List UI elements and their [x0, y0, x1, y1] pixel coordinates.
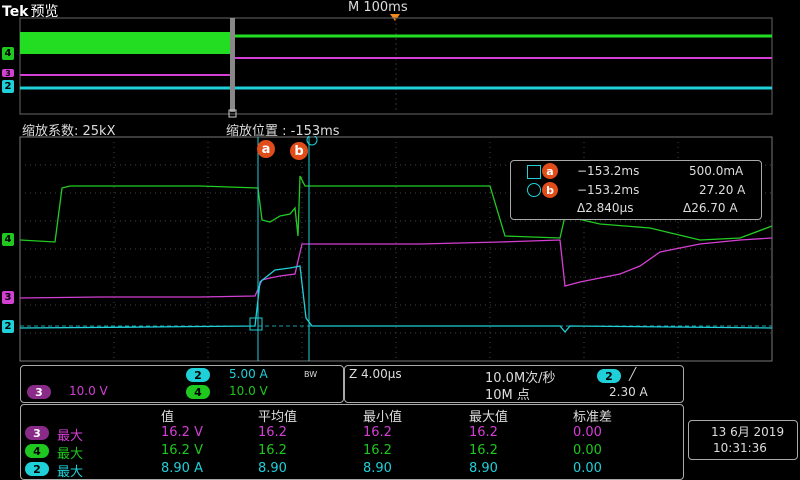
- measurements-panel[interactable]: 值 平均值 最小值 最大值 标准差 3 最大 16.2 V 16.2 16.2 …: [20, 404, 684, 480]
- row-ch2-name: 最大: [57, 465, 84, 480]
- overview-ch4-burst: [20, 32, 233, 54]
- cursor-a-time: −153.2ms: [577, 164, 640, 178]
- trigger-source-pill[interactable]: 2: [597, 369, 621, 383]
- ch3-pill[interactable]: 3: [27, 385, 51, 399]
- cursor-b-circle-icon: [527, 183, 541, 197]
- row-ch4-value: 16.2 V: [161, 443, 203, 458]
- marker-ch3[interactable]: 3: [2, 291, 14, 304]
- datetime-panel[interactable]: 13 6月 2019 10:31:36: [688, 420, 798, 460]
- header-max: 最大值: [469, 410, 509, 425]
- record-length[interactable]: 10M 点: [485, 384, 530, 403]
- row-ch4-pill[interactable]: 4: [25, 444, 49, 458]
- cursor-b-value: 27.20 A: [699, 183, 746, 197]
- ch2-pill[interactable]: 2: [186, 368, 210, 382]
- header-mean: 平均值: [258, 410, 298, 425]
- ch4-pill[interactable]: 4: [186, 385, 210, 399]
- row-ch4-max: 16.2: [469, 443, 498, 458]
- zoom-window-marker: [230, 18, 235, 112]
- cursor-a-value: 500.0mA: [689, 164, 744, 178]
- row-ch3-stddev: 0.00: [573, 425, 602, 440]
- row-ch2-mean: 8.90: [258, 461, 287, 476]
- cursor-a-badge[interactable]: a: [257, 140, 275, 158]
- trigger-level[interactable]: 2.30 A: [609, 385, 648, 399]
- date-label: 13 6月 2019: [711, 425, 785, 439]
- cursor-b-badge[interactable]: b: [290, 142, 308, 160]
- overview-waveform[interactable]: [0, 14, 800, 118]
- ch2-scale[interactable]: 5.00 A: [229, 367, 268, 381]
- time-label: 10:31:36: [713, 441, 767, 455]
- row-ch4-mean: 16.2: [258, 443, 287, 458]
- row-ch2-min: 8.90: [363, 461, 392, 476]
- row-ch3-pill[interactable]: 3: [25, 426, 49, 440]
- bandwidth-limit-icon: BW: [304, 370, 318, 379]
- marker-ch2[interactable]: 2: [2, 320, 14, 333]
- header-min: 最小值: [363, 410, 403, 425]
- channel-settings-panel[interactable]: 2 5.00 A BW 3 10.0 V 4 10.0 V: [20, 365, 344, 403]
- row-ch2-value: 8.90 A: [161, 461, 203, 476]
- row-ch4-stddev: 0.00: [573, 443, 602, 458]
- row-ch3-min: 16.2: [363, 425, 392, 440]
- cursor-a-square-icon: [527, 165, 541, 179]
- trigger-slope-icon[interactable]: ╱: [629, 367, 636, 381]
- cursor-b-time: −153.2ms: [577, 183, 640, 197]
- zoom-scale[interactable]: Z 4.00μs: [349, 367, 402, 381]
- cursor-delta-time: Δ2.840μs: [577, 201, 634, 215]
- header-stddev: 标准差: [573, 410, 613, 425]
- row-ch3-name: 最大: [57, 429, 84, 444]
- marker-ch4[interactable]: 4: [2, 233, 14, 246]
- overview-marker-ch4[interactable]: 4: [2, 47, 14, 60]
- header-value: 值: [161, 410, 175, 425]
- row-ch4-min: 16.2: [363, 443, 392, 458]
- row-ch3-value: 16.2 V: [161, 425, 203, 440]
- readout-b-badge: b: [542, 182, 558, 198]
- row-ch4-name: 最大: [57, 447, 84, 462]
- ch3-scale[interactable]: 10.0 V: [69, 384, 108, 398]
- timebase-label[interactable]: M 100ms: [348, 0, 408, 15]
- horizontal-trigger-panel[interactable]: Z 4.00μs 10.0M次/秒 10M 点 2 ╱ 2.30 A: [344, 365, 684, 403]
- row-ch2-pill[interactable]: 2: [25, 462, 49, 476]
- ch4-scale[interactable]: 10.0 V: [229, 384, 268, 398]
- readout-a-badge: a: [542, 163, 558, 179]
- row-ch3-mean: 16.2: [258, 425, 287, 440]
- overview-marker-ch2[interactable]: 2: [2, 80, 14, 93]
- cursor-readout-panel: a −153.2ms 500.0mA b −153.2ms 27.20 A Δ2…: [510, 160, 762, 220]
- overview-marker-ch3[interactable]: 3: [2, 69, 14, 78]
- row-ch3-max: 16.2: [469, 425, 498, 440]
- cursor-delta-value: Δ26.70 A: [683, 201, 738, 215]
- row-ch2-max: 8.90: [469, 461, 498, 476]
- row-ch2-stddev: 0.00: [573, 461, 602, 476]
